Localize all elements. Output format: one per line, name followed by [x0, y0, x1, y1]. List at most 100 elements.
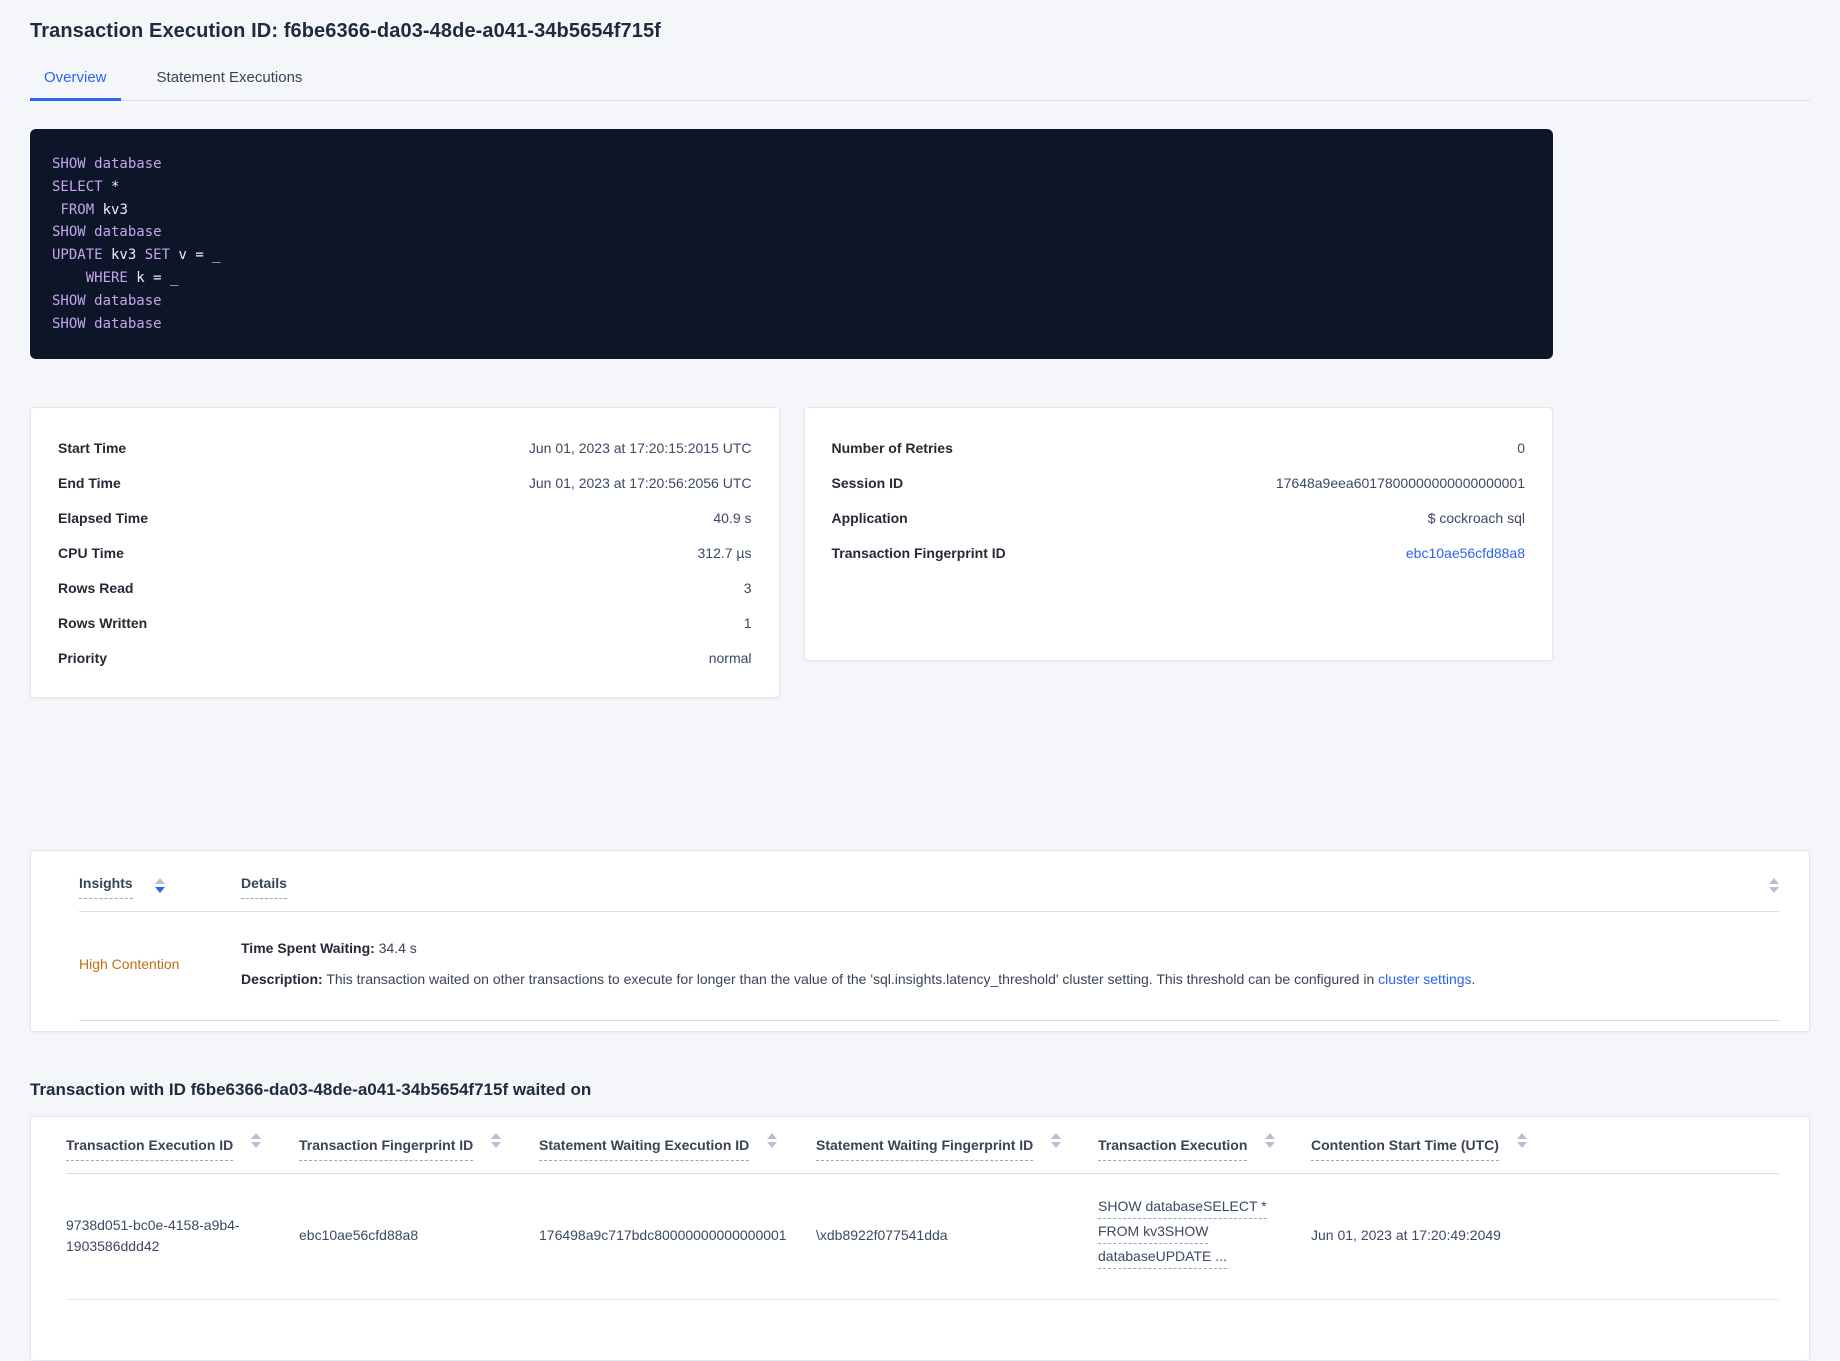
summary-label: Application [831, 509, 908, 526]
waited-table-header: Transaction Execution ID Transaction Fin… [66, 1133, 1779, 1175]
column-header-details[interactable]: Details [241, 875, 287, 900]
column-header-transaction-execution: Transaction Execution [1098, 1133, 1311, 1162]
sort-up-arrow [1265, 1133, 1276, 1140]
cell-transaction-fingerprint-id: ebc10ae56cfd88a8 [299, 1227, 419, 1244]
column-header-statement-waiting-fingerprint-id: Statement Waiting Fingerprint ID [816, 1133, 1098, 1162]
sort-down-arrow [251, 1142, 262, 1149]
summary-label: Start Time [58, 439, 127, 456]
execution-summary-card: Start Time Jun 01, 2023 at 17:20:15:2015 … [30, 407, 780, 699]
sort-icon[interactable] [767, 1133, 778, 1149]
sql-line: SHOW database [52, 156, 162, 172]
column-header-insights[interactable]: Insights [79, 875, 133, 900]
column-header-label[interactable]: Transaction Fingerprint ID [299, 1137, 474, 1162]
sort-down-arrow [1051, 1142, 1062, 1149]
cell-transaction-execution: SHOW databaseSELECT * FROM kv3SHOW datab… [1098, 1198, 1311, 1273]
waited-on-heading: Transaction with ID f6be6366-da03-48de-a… [30, 1080, 592, 1100]
sort-up-arrow [1516, 1133, 1527, 1140]
summary-value: Jun 01, 2023 at 17:20:56:2056 UTC [528, 474, 752, 491]
summary-label: End Time [58, 474, 121, 491]
summary-row-cpu-time: CPU Time 312.7 µs [58, 535, 752, 570]
column-header-contention-start-time: Contention Start Time (UTC) [1311, 1133, 1779, 1162]
waiting-label: Time Spent Waiting: [241, 940, 375, 957]
summary-row-end-time: End Time Jun 01, 2023 at 17:20:56:2056 UT… [58, 465, 752, 500]
column-header-insights-cell: Insights [79, 875, 241, 900]
summary-row-rows-read: Rows Read 3 [58, 570, 752, 605]
column-header-label[interactable]: Statement Waiting Execution ID [539, 1137, 750, 1162]
sql-line: FROM kv3 [60, 201, 128, 218]
summary-value: 40.9 s [713, 509, 752, 526]
table-sort-cell [1751, 875, 1779, 897]
transaction-execution-link[interactable]: SHOW databaseSELECT * FROM kv3SHOW datab… [1098, 1198, 1281, 1270]
insight-details: Time Spent Waiting: 34.4 s Description: … [241, 938, 1779, 990]
insight-type-badge: High Contention [79, 956, 180, 973]
sort-up-arrow [1051, 1133, 1062, 1140]
summary-label: Rows Read [58, 579, 134, 596]
summary-row-transaction-fingerprint-id: Transaction Fingerprint ID ebc10ae56cfd88… [832, 535, 1526, 570]
summary-cards-row: Start Time Jun 01, 2023 at 17:20:15:2015 … [30, 407, 1553, 699]
sql-statements-box: SHOW database SELECT * FROM kv3 SHOW datab… [30, 129, 1553, 360]
tab-bar: Overview Statement Executions [30, 60, 1810, 101]
sort-icon[interactable] [1265, 1133, 1276, 1149]
column-header-statement-waiting-execution-id: Statement Waiting Execution ID [539, 1133, 816, 1162]
sort-down-arrow [491, 1142, 502, 1149]
waited-table-row: 9738d051-bc0e-4158-a9b4-1903586ddd42 ebc… [66, 1174, 1779, 1301]
insights-card: Insights Details High Contention Time Sp… [30, 850, 1810, 1033]
summary-label: Number of Retries [831, 439, 953, 456]
column-header-label[interactable]: Transaction Execution [1098, 1137, 1248, 1162]
sort-up-arrow [767, 1133, 778, 1140]
summary-row-number-of-retries: Number of Retries 0 [832, 430, 1526, 465]
summary-value: 0 [1517, 439, 1525, 456]
waited-on-card: Transaction Execution ID Transaction Fin… [30, 1116, 1810, 1361]
sort-down-arrow [1769, 887, 1779, 894]
cell-contention-start-time: Jun 01, 2023 at 17:20:49:2049 [1311, 1227, 1501, 1244]
summary-value: normal [708, 649, 752, 666]
sql-line: WHERE k = _ [85, 269, 179, 286]
summary-value: Jun 01, 2023 at 17:20:15:2015 UTC [528, 439, 752, 456]
sql-snippet-line: SHOW databaseSELECT * [1098, 1198, 1267, 1220]
insight-description-line: Description: This transaction waited on … [241, 969, 1779, 990]
column-header-label[interactable]: Contention Start Time (UTC) [1311, 1137, 1499, 1162]
column-header-transaction-fingerprint-id: Transaction Fingerprint ID [299, 1133, 539, 1162]
transaction-fingerprint-id-link[interactable]: ebc10ae56cfd88a8 [1406, 545, 1525, 561]
summary-value: 312.7 µs [697, 544, 752, 561]
sort-icon[interactable] [155, 878, 166, 894]
column-header-label[interactable]: Transaction Execution ID [66, 1137, 234, 1162]
summary-label: Session ID [831, 474, 904, 491]
summary-value: 3 [743, 579, 752, 596]
summary-value: $ cockroach sql [1427, 509, 1525, 526]
column-header-details-cell: Details [241, 875, 1749, 900]
summary-label: Priority [58, 649, 108, 666]
summary-row-application: Application $ cockroach sql [832, 500, 1526, 535]
sort-icon[interactable] [1516, 1133, 1527, 1149]
cell-transaction-execution-id: 9738d051-bc0e-4158-a9b4-1903586ddd42 [66, 1216, 240, 1254]
sort-icon[interactable] [491, 1133, 502, 1149]
description-suffix: . [1471, 971, 1476, 988]
summary-row-session-id: Session ID 17648a9eea60178000000000000000… [832, 465, 1526, 500]
sql-line: SHOW database [52, 315, 162, 332]
sort-icon[interactable] [1769, 878, 1779, 894]
time-spent-waiting-line: Time Spent Waiting: 34.4 s [241, 938, 1779, 959]
cell-statement-waiting-fingerprint-id: \xdb8922f077541dda [816, 1227, 948, 1244]
summary-value: 17648a9eea6017800000000000000001 [1275, 474, 1525, 491]
sort-down-arrow [1516, 1142, 1527, 1149]
sort-icon[interactable] [251, 1133, 262, 1149]
summary-row-start-time: Start Time Jun 01, 2023 at 17:20:15:2015 … [58, 430, 752, 465]
cluster-settings-link[interactable]: cluster settings [1378, 971, 1471, 987]
column-header-label[interactable]: Statement Waiting Fingerprint ID [816, 1137, 1034, 1162]
description-text: This transaction waited on other transac… [322, 971, 1379, 988]
sort-up-arrow [155, 878, 166, 885]
summary-label: Transaction Fingerprint ID [831, 544, 1006, 561]
sql-line: SHOW database [52, 292, 162, 309]
sort-icon[interactable] [1051, 1133, 1062, 1149]
sort-down-arrow [155, 887, 166, 894]
summary-label: Elapsed Time [58, 509, 149, 526]
sql-line: UPDATE kv3 SET v = _ [52, 247, 221, 264]
tab-statement-executions[interactable]: Statement Executions [143, 60, 317, 101]
summary-label: CPU Time [58, 544, 124, 561]
insight-row: High Contention Time Spent Waiting: 34.4… [79, 912, 1779, 1022]
sort-down-arrow [1265, 1142, 1276, 1149]
sort-up-arrow [491, 1133, 502, 1140]
tab-overview[interactable]: Overview [30, 60, 121, 101]
cell-statement-waiting-execution-id: 176498a9c717bdc80000000000000001 [539, 1227, 787, 1244]
sql-snippet-line: databaseUPDATE ... [1098, 1248, 1227, 1270]
